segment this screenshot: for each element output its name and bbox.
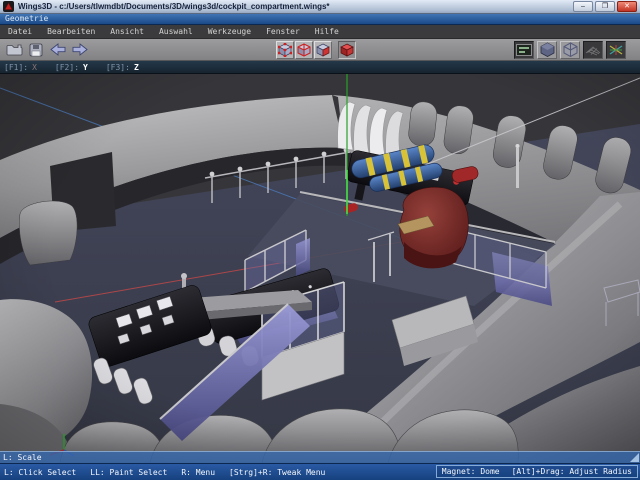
minimize-button[interactable]: – — [573, 1, 593, 12]
menu-bar: Datei Bearbeiten Ansicht Auswahl Werkzeu… — [0, 25, 640, 39]
open-button[interactable] — [4, 41, 24, 59]
floppy-disk-icon — [29, 43, 43, 57]
cube-solid-red-icon — [340, 43, 354, 57]
f3-key-label: [F3]: — [106, 63, 130, 72]
shaded-view-button[interactable] — [537, 41, 557, 59]
wings3d-app-icon — [3, 1, 14, 12]
menu-item-hilfe[interactable]: Hilfe — [315, 27, 339, 36]
body-mode-button[interactable] — [338, 41, 356, 59]
f2-key-label: [F2]: — [55, 63, 79, 72]
menu-item-ansicht[interactable]: Ansicht — [110, 27, 144, 36]
grid-icon — [585, 44, 601, 56]
axis-y-label: Y — [83, 63, 88, 72]
menu-item-fenster[interactable]: Fenster — [266, 27, 300, 36]
window-title: Wings3D - c:/Users/tlwmdbt/Documents/3D/… — [18, 2, 573, 11]
cube-shaded-icon — [540, 42, 555, 57]
menu-item-datei[interactable]: Datei — [8, 27, 32, 36]
window-titlebar[interactable]: Wings3D - c:/Users/tlwmdbt/Documents/3D/… — [0, 0, 640, 14]
arrow-left-icon — [49, 43, 67, 56]
hint-menu: R: Menu — [181, 468, 215, 477]
geometry-window-header[interactable]: Geometrie — [0, 14, 640, 25]
cube-vertices-icon — [278, 43, 292, 57]
magnet-status-box: Magnet: Dome [Alt]+Drag: Adjust Radius — [436, 465, 638, 478]
close-button[interactable]: ✕ — [617, 1, 637, 12]
resize-grip[interactable] — [630, 453, 639, 462]
menu-item-bearbeiten[interactable]: Bearbeiten — [47, 27, 95, 36]
face-mode-button[interactable] — [314, 41, 332, 59]
menu-item-werkzeuge[interactable]: Werkzeuge — [208, 27, 251, 36]
lighting-vignette — [0, 74, 640, 463]
colored-axes-icon — [608, 43, 624, 57]
cube-wireframe-icon — [563, 42, 578, 57]
edge-mode-button[interactable] — [295, 41, 313, 59]
hint-paint-select: LL: Paint Select — [90, 468, 167, 477]
scene-canvas — [0, 74, 640, 463]
f1-key-label: [F1]: — [4, 63, 28, 72]
save-button[interactable] — [26, 41, 46, 59]
windows-toggle-button[interactable] — [514, 41, 534, 59]
mini-window-icon — [516, 44, 532, 56]
wireframe-view-button[interactable] — [560, 41, 580, 59]
restore-button[interactable]: ❐ — [595, 1, 615, 12]
undo-button[interactable] — [48, 41, 68, 59]
axis-z-label: Z — [134, 63, 139, 72]
hint-tweak-menu: [Strg]+R: Tweak Menu — [229, 468, 325, 477]
cube-edges-icon — [297, 43, 311, 57]
axis-constraint-bar: [F1]: X [F2]: Y [F3]: Z — [0, 61, 640, 74]
cube-face-icon — [316, 43, 330, 57]
axis-x-label: X — [32, 63, 37, 72]
3d-viewport[interactable]: L: Scale — [0, 74, 640, 463]
info-line-text: L: Scale — [3, 453, 42, 462]
hint-click-select: L: Click Select — [4, 468, 76, 477]
info-line: L: Scale — [0, 451, 640, 463]
magnet-status: Magnet: Dome — [442, 467, 500, 476]
status-bar: L: Click Select LL: Paint Select R: Menu… — [0, 463, 640, 480]
redo-button[interactable] — [70, 41, 90, 59]
arrow-right-icon — [71, 43, 89, 56]
magnet-hint: [Alt]+Drag: Adjust Radius — [512, 467, 632, 476]
ground-plane-button[interactable] — [583, 41, 603, 59]
show-axes-button[interactable] — [606, 41, 626, 59]
folder-icon — [6, 43, 23, 56]
toolbar — [0, 39, 640, 61]
vertex-mode-button[interactable] — [276, 41, 294, 59]
geometry-window-title: Geometrie — [5, 14, 48, 23]
menu-item-auswahl[interactable]: Auswahl — [159, 27, 193, 36]
